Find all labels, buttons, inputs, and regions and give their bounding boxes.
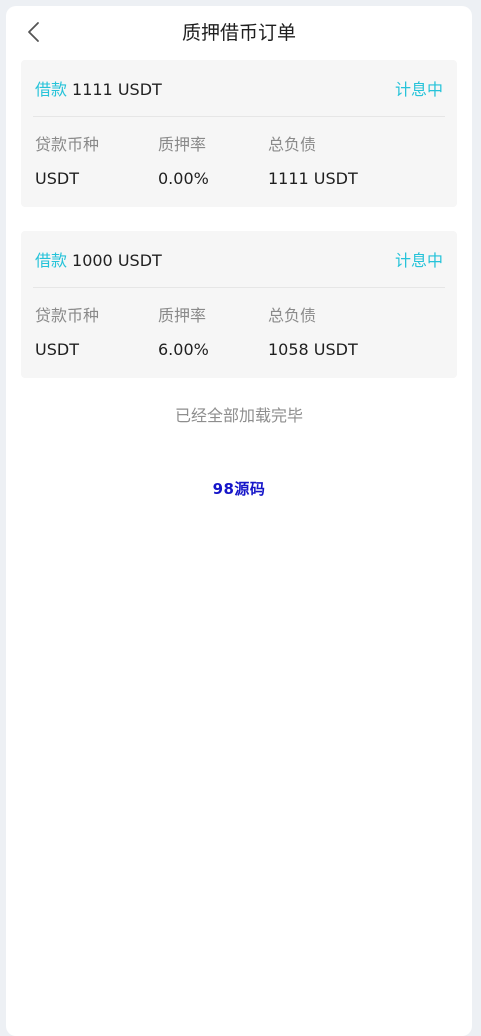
order-card-header: 借款 1000 USDT 计息中 [33,231,445,288]
rate-column: 质押率 6.00% [158,305,268,361]
loan-amount: 1111 USDT [72,80,162,99]
rate-column: 质押率 0.00% [158,134,268,190]
total-debt-label: 总负债 [268,135,317,154]
screen: 质押借币订单 借款 1111 USDT 计息中 贷款币种 USDT 质押率 0.0… [6,6,472,1036]
status-badge: 计息中 [394,251,443,270]
currency-column: 贷款币种 USDT [35,305,158,361]
total-debt-value: 1111 USDT [268,169,358,188]
order-card[interactable]: 借款 1111 USDT 计息中 贷款币种 USDT 质押率 0.00% 总负债 … [21,60,457,207]
status-badge: 计息中 [394,80,443,99]
currency-label: 贷款币种 [35,306,100,325]
load-complete-text: 已经全部加载完毕 [174,406,303,425]
order-info: 贷款币种 USDT 质押率 6.00% 总负债 1058 USDT [35,288,443,361]
order-card[interactable]: 借款 1000 USDT 计息中 贷款币种 USDT 质押率 6.00% 总负债 … [21,231,457,378]
pledge-rate-label: 质押率 [158,135,207,154]
debt-column: 总负债 1111 USDT [268,134,443,190]
watermark-logo: 98源码 [212,480,266,498]
nav-bar: 质押借币订单 [6,6,472,60]
total-debt-value: 1058 USDT [268,340,358,359]
loan-amount-line: 借款 1000 USDT [35,247,162,271]
currency-value: USDT [35,169,79,188]
loan-amount-line: 借款 1111 USDT [35,76,162,100]
total-debt-label: 总负债 [268,306,317,325]
order-list: 借款 1111 USDT 计息中 贷款币种 USDT 质押率 0.00% 总负债 … [6,60,472,378]
pledge-rate-value: 0.00% [158,169,209,188]
order-info: 贷款币种 USDT 质押率 0.00% 总负债 1111 USDT [35,117,443,190]
page-title: 质押借币订单 [181,22,296,44]
pledge-rate-value: 6.00% [158,340,209,359]
currency-value: USDT [35,340,79,359]
loan-label: 借款 [35,80,68,99]
currency-label: 贷款币种 [35,135,100,154]
currency-column: 贷款币种 USDT [35,134,158,190]
order-card-header: 借款 1111 USDT 计息中 [33,60,445,117]
debt-column: 总负债 1058 USDT [268,305,443,361]
pledge-rate-label: 质押率 [158,306,207,325]
loan-amount: 1000 USDT [72,251,162,270]
loan-label: 借款 [35,251,68,270]
